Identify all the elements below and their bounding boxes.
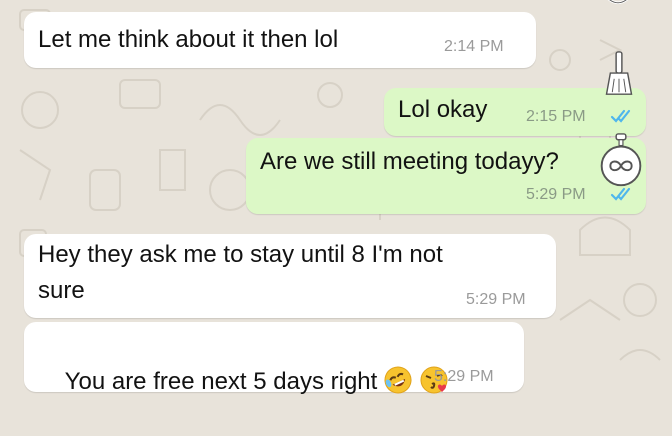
message-bubble-incoming[interactable]: You are free next 5 days right 5:29 PM [24, 322, 524, 395]
broom-icon[interactable] [604, 50, 634, 98]
message-text: Are we still meeting todayy? [260, 148, 559, 175]
timer-icon[interactable] [596, 132, 646, 190]
message-time: 2:15 PM [526, 108, 586, 125]
message-text-content: You are free next 5 days right [64, 368, 378, 395]
read-receipt-icon [610, 109, 631, 123]
ring-icon[interactable] [600, 0, 636, 10]
message-time: 2:14 PM [444, 38, 504, 55]
message-text: Hey they ask me to stay until 8 I'm not … [38, 241, 443, 304]
message-text: Lol okay [398, 96, 488, 123]
message-time: 5:29 PM [526, 186, 586, 203]
message-bubble-outgoing[interactable]: Are we still meeting todayy? 5:29 PM [246, 138, 646, 214]
message-time: 5:29 PM [434, 368, 494, 385]
message-time: 5:29 PM [466, 291, 526, 308]
rolling-on-floor-laughing-emoji [384, 366, 412, 394]
message-bubble-incoming[interactable]: Let me think about it then lol 2:14 PM [24, 12, 536, 68]
message-text: Let me think about it then lol [38, 26, 339, 53]
message-bubble-incoming[interactable]: Hey they ask me to stay until 8 I'm not … [24, 234, 556, 318]
message-text: You are free next 5 days right [38, 328, 449, 436]
